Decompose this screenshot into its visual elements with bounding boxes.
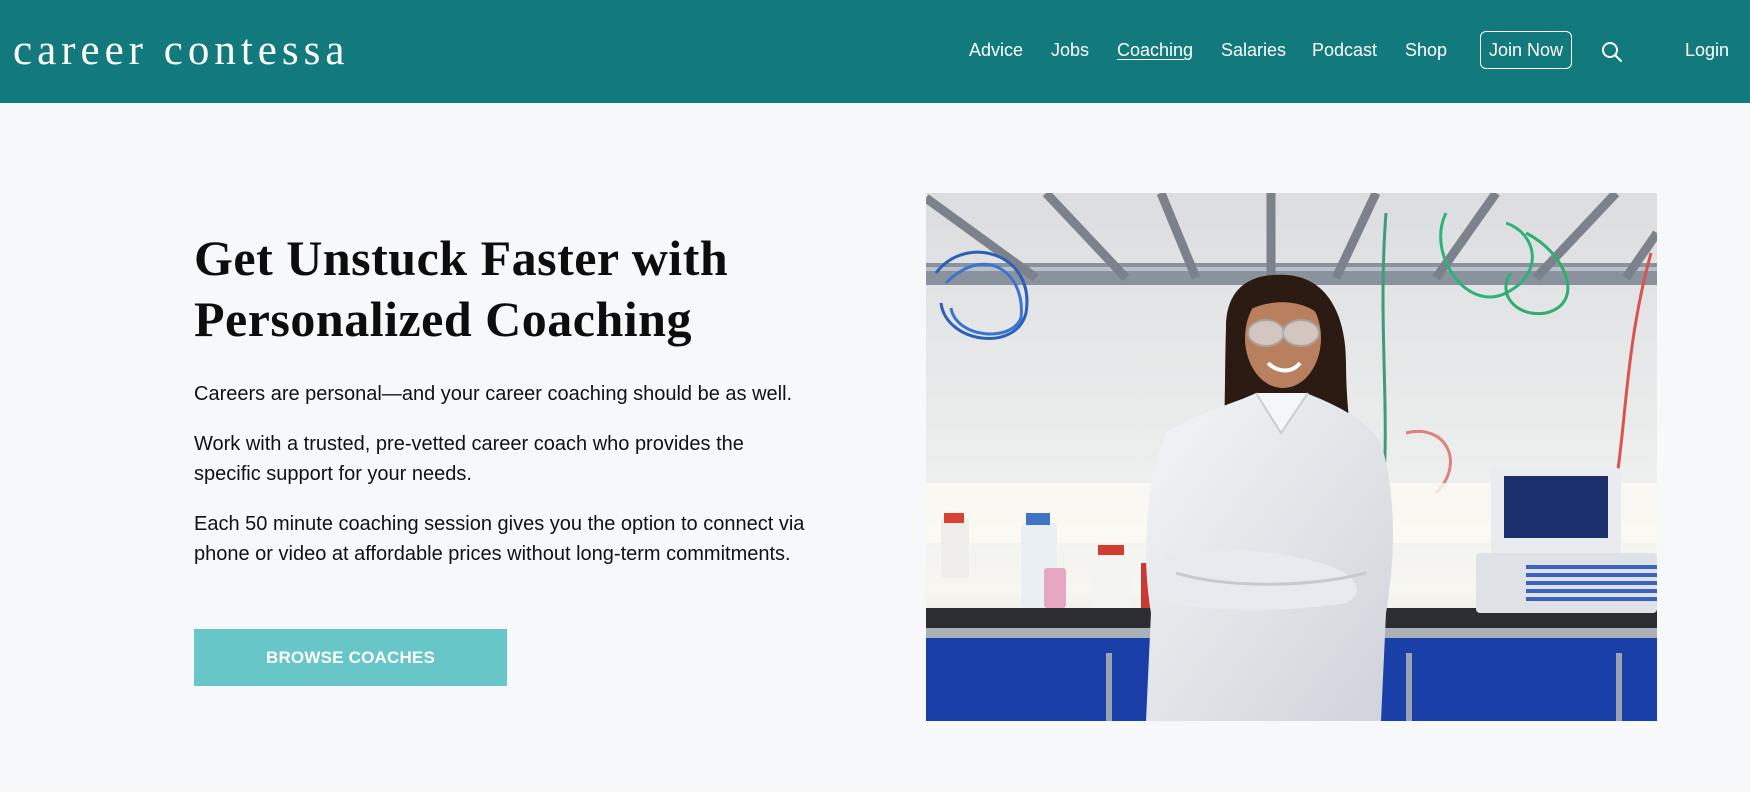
nav-shop[interactable]: Shop [1405, 40, 1447, 61]
site-logo[interactable]: career contessa [13, 26, 349, 75]
hero-paragraph: Work with a trusted, pre-vetted career c… [194, 433, 744, 485]
hero-paragraph: Careers are personal—and your career coa… [194, 383, 793, 405]
nav-podcast[interactable]: Podcast [1312, 40, 1377, 61]
scientist-lab-photo [926, 193, 1657, 721]
nav-salaries[interactable]: Salaries [1221, 40, 1286, 61]
nav-jobs[interactable]: Jobs [1051, 40, 1089, 61]
hero-photo [926, 193, 1657, 721]
top-navigation-bar: career contessa Advice Jobs Coaching Sal… [0, 0, 1750, 103]
nav-advice[interactable]: Advice [969, 40, 1023, 61]
hero-paragraph: Each 50 minute coaching session gives yo… [194, 513, 805, 565]
join-now-button[interactable]: Join Now [1480, 31, 1572, 69]
search-icon[interactable] [1601, 41, 1623, 63]
browse-coaches-button[interactable]: BROWSE COACHES [194, 629, 507, 686]
page-title: Get Unstuck Faster with Personalized Coa… [194, 230, 729, 347]
nav-coaching[interactable]: Coaching [1117, 40, 1193, 61]
login-link[interactable]: Login [1685, 40, 1729, 61]
